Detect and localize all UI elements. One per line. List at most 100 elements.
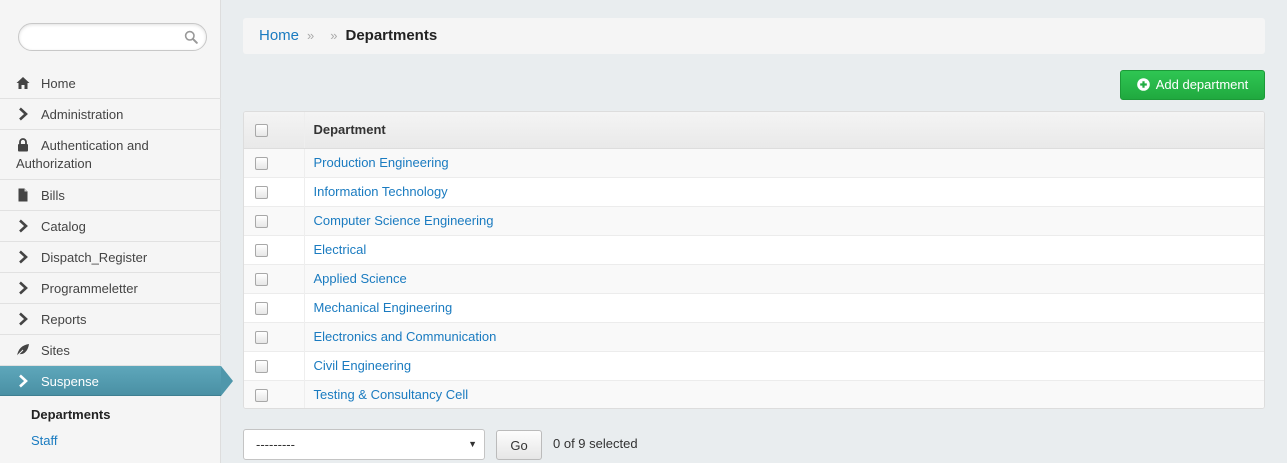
department-cell: Information Technology — [304, 177, 1264, 206]
row-checkbox-cell — [244, 206, 305, 235]
chevron-right-icon — [19, 107, 28, 121]
table-row: Information Technology — [244, 177, 1264, 206]
department-cell: Electronics and Communication — [304, 322, 1264, 351]
table-row: Electronics and Communication — [244, 322, 1264, 351]
sidebar-item-label: Home — [41, 76, 76, 91]
row-checkbox-cell — [244, 351, 305, 380]
department-link[interactable]: Information Technology — [314, 184, 448, 199]
row-checkbox[interactable] — [255, 186, 268, 200]
department-cell: Mechanical Engineering — [304, 293, 1264, 322]
sidebar-item-dispatch-register[interactable]: Dispatch_Register — [0, 242, 221, 273]
action-select-value: --------- — [256, 437, 295, 452]
table-row: Computer Science Engineering — [244, 206, 1264, 235]
sidebar: Home Administration Authentication and A… — [0, 0, 233, 463]
sidebar-item-label: Programmeletter — [41, 281, 138, 296]
select-all-checkbox[interactable] — [255, 124, 268, 138]
sidebar-item-label: Sites — [41, 343, 70, 358]
sidebar-item-label: Administration — [41, 107, 124, 122]
breadcrumb: Home » » Departments — [243, 18, 1265, 54]
chevron-right-icon — [19, 219, 28, 233]
department-link[interactable]: Production Engineering — [314, 155, 449, 170]
breadcrumb-separator: » — [307, 28, 315, 43]
file-icon — [18, 188, 28, 202]
department-link[interactable]: Applied Science — [314, 271, 407, 286]
subnav-item-staff[interactable]: Staff — [0, 428, 221, 454]
breadcrumb-home-link[interactable]: Home — [259, 27, 299, 44]
breadcrumb-separator: » — [330, 28, 338, 43]
sidebar-subnav: Departments Staff — [0, 402, 221, 454]
row-checkbox[interactable] — [255, 302, 268, 316]
sidebar-item-administration[interactable]: Administration — [0, 99, 221, 130]
caret-down-icon: ▼ — [468, 439, 477, 449]
department-link[interactable]: Electronics and Communication — [314, 329, 497, 344]
table-row: Electrical — [244, 235, 1264, 264]
search-box — [18, 23, 207, 51]
department-cell: Civil Engineering — [304, 351, 1264, 380]
breadcrumb-current: Departments — [345, 27, 438, 44]
table-row: Applied Science — [244, 264, 1264, 293]
department-link[interactable]: Electrical — [314, 242, 367, 257]
row-checkbox-cell — [244, 322, 305, 351]
sidebar-item-authentication-and-authorization[interactable]: Authentication and Authorization — [0, 130, 221, 180]
sidebar-item-programmeletter[interactable]: Programmeletter — [0, 273, 221, 304]
department-link[interactable]: Testing & Consultancy Cell — [314, 387, 469, 402]
department-link[interactable]: Mechanical Engineering — [314, 300, 453, 315]
row-checkbox-cell — [244, 264, 305, 293]
sidebar-item-home[interactable]: Home — [0, 68, 221, 99]
select-all-cell — [244, 112, 305, 149]
sidebar-item-reports[interactable]: Reports — [0, 304, 221, 335]
row-checkbox[interactable] — [255, 360, 268, 374]
row-checkbox[interactable] — [255, 215, 268, 229]
chevron-right-icon — [19, 250, 28, 264]
table-row: Mechanical Engineering — [244, 293, 1264, 322]
sidebar-item-label: Catalog — [41, 219, 86, 234]
sidebar-item-label: Bills — [41, 188, 65, 203]
sidebar-item-label: Reports — [41, 312, 87, 327]
row-checkbox-cell — [244, 380, 305, 408]
row-checkbox[interactable] — [255, 389, 268, 403]
row-checkbox[interactable] — [255, 244, 268, 258]
sidebar-item-suspense[interactable]: Suspense — [0, 366, 233, 396]
sidebar-item-label: Suspense — [41, 374, 99, 389]
column-header-department[interactable]: Department — [304, 112, 1264, 149]
department-cell: Electrical — [304, 235, 1264, 264]
row-checkbox-cell — [244, 235, 305, 264]
table-row: Production Engineering — [244, 148, 1264, 177]
row-checkbox-cell — [244, 293, 305, 322]
sidebar-item-bills[interactable]: Bills — [0, 180, 221, 211]
departments-table: Department Production Engineering Inform… — [243, 111, 1265, 409]
action-select[interactable]: --------- ▼ — [243, 429, 485, 460]
add-department-button[interactable]: Add department — [1120, 70, 1265, 100]
sidebar-item-label: Dispatch_Register — [41, 250, 148, 265]
leaf-icon — [16, 344, 29, 357]
search-icon[interactable] — [184, 30, 198, 44]
sidebar-item-sites[interactable]: Sites — [0, 335, 221, 366]
chevron-right-icon — [19, 281, 28, 295]
row-checkbox[interactable] — [255, 331, 268, 345]
lock-icon — [18, 138, 28, 152]
go-button[interactable]: Go — [496, 430, 542, 460]
search-input[interactable] — [18, 23, 207, 51]
table-row: Testing & Consultancy Cell — [244, 380, 1264, 408]
department-cell: Testing & Consultancy Cell — [304, 380, 1264, 408]
department-cell: Computer Science Engineering — [304, 206, 1264, 235]
subnav-item-departments[interactable]: Departments — [0, 402, 221, 428]
row-checkbox-cell — [244, 148, 305, 177]
department-link[interactable]: Computer Science Engineering — [314, 213, 494, 228]
add-department-label: Add department — [1155, 77, 1249, 92]
plus-circle-icon — [1136, 78, 1150, 91]
row-checkbox[interactable] — [255, 273, 268, 287]
table-row: Civil Engineering — [244, 351, 1264, 380]
home-icon — [16, 77, 30, 89]
row-checkbox[interactable] — [255, 157, 268, 171]
sidebar-nav: Home Administration Authentication and A… — [0, 68, 233, 396]
sidebar-item-catalog[interactable]: Catalog — [0, 211, 221, 242]
chevron-right-icon — [19, 312, 28, 326]
chevron-right-icon — [19, 374, 28, 388]
table-header-row: Department — [244, 112, 1264, 149]
sidebar-item-label: Authentication and Authorization — [16, 138, 149, 171]
department-cell: Production Engineering — [304, 148, 1264, 177]
department-cell: Applied Science — [304, 264, 1264, 293]
row-checkbox-cell — [244, 177, 305, 206]
department-link[interactable]: Civil Engineering — [314, 358, 412, 373]
